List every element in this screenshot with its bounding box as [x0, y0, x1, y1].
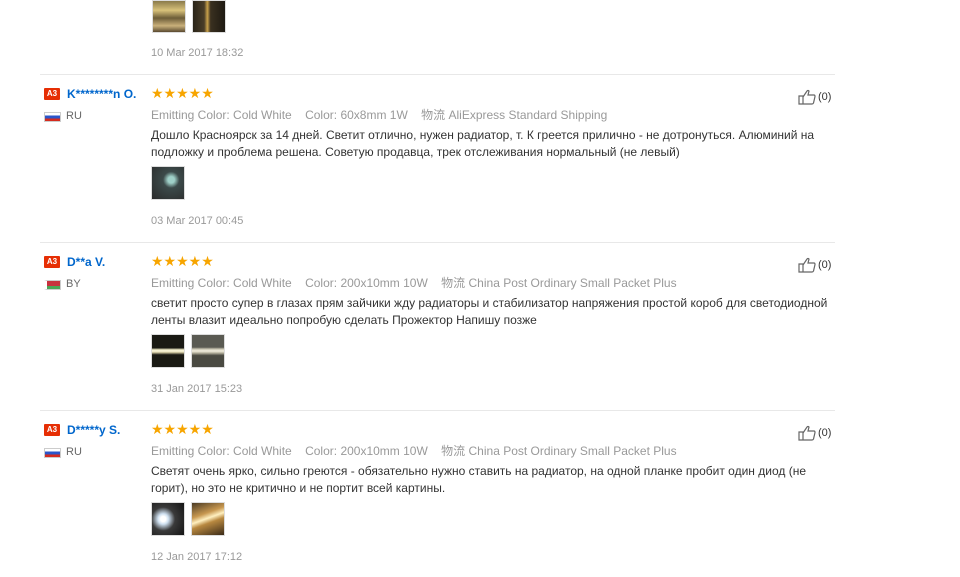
review-photos [151, 334, 225, 368]
shipping-value: China Post Ordinary Small Packet Plus [468, 276, 677, 290]
flag-ru-icon [44, 112, 61, 122]
emitting-color-label: Emitting Color: [151, 444, 230, 458]
review-photo-thumbnail[interactable] [151, 166, 185, 200]
reviewer-name: D*****y S. [67, 423, 121, 437]
star-rating: ★★★★★ [151, 85, 214, 101]
reviewer-name: K********n O. [67, 87, 137, 101]
thumbs-up-icon [798, 425, 816, 441]
reviewer-country: RU [66, 110, 82, 122]
helpful-count: (0) [818, 91, 832, 103]
helpful-button[interactable]: (0) [798, 425, 831, 441]
thumbs-up-icon [798, 257, 816, 273]
helpful-count: (0) [818, 427, 832, 439]
helpful-button[interactable]: (0) [798, 257, 831, 273]
shipping-value: China Post Ordinary Small Packet Plus [468, 444, 677, 458]
emitting-color-label: Emitting Color: [151, 108, 230, 122]
thumbs-up-icon [798, 89, 816, 105]
order-info: Emitting Color: Cold White Color: 200x10… [151, 274, 687, 291]
color-label: Color: [305, 276, 338, 290]
flag-ru-icon [44, 448, 61, 458]
order-info: Emitting Color: Cold White Color: 60x8mm… [151, 106, 617, 123]
emitting-color-value: Cold White [233, 276, 292, 290]
review-date: 12 Jan 2017 17:12 [151, 551, 243, 563]
review-date: 31 Jan 2017 15:23 [151, 383, 243, 395]
buyer-level-badge: A3 [44, 88, 60, 100]
review-item: A3 D*****y S. RU ★★★★★ Emitting Color: C… [0, 410, 960, 563]
review-text: Дошло Красноярск за 14 дней. Светит отли… [151, 128, 815, 159]
flag-by-icon [44, 280, 61, 290]
helpful-button[interactable]: (0) [798, 89, 831, 105]
review-photo-thumbnail[interactable] [151, 334, 185, 368]
emitting-color-value: Cold White [233, 108, 292, 122]
color-value: 60x8mm 1W [340, 108, 408, 122]
review-photos [152, 0, 226, 33]
review-item: A3 D**a V. BY ★★★★★ Emitting Color: Cold… [0, 242, 960, 395]
emitting-color-value: Cold White [233, 444, 292, 458]
star-rating: ★★★★★ [151, 421, 214, 437]
helpful-count: (0) [818, 259, 832, 271]
buyer-level-badge: A3 [44, 424, 60, 436]
color-label: Color: [305, 444, 338, 458]
review-date: 03 Mar 2017 00:45 [151, 215, 244, 227]
color-value: 200x10mm 10W [340, 444, 428, 458]
reviewer-country: BY [66, 278, 81, 290]
shipping-label: 物流 [441, 276, 466, 290]
reviewer-country: RU [66, 446, 82, 458]
emitting-color-label: Emitting Color: [151, 276, 230, 290]
reviewer-name: D**a V. [67, 255, 106, 269]
review-photos [151, 166, 185, 200]
color-value: 200x10mm 10W [340, 276, 428, 290]
review-photo-thumbnail[interactable] [152, 0, 186, 33]
review-item: A3 K********n O. RU ★★★★★ Emitting Color… [0, 74, 960, 227]
order-info: Emitting Color: Cold White Color: 200x10… [151, 442, 687, 459]
shipping-value: AliExpress Standard Shipping [448, 108, 608, 122]
review-photos [151, 502, 225, 536]
review-photo-thumbnail[interactable] [191, 502, 225, 536]
review-text: Светят очень ярко, сильно греются - обяз… [151, 464, 806, 495]
review-text: светит просто супер в глазах прям зайчик… [151, 296, 828, 327]
review-photo-thumbnail[interactable] [191, 334, 225, 368]
review-photo-thumbnail[interactable] [151, 502, 185, 536]
star-rating: ★★★★★ [151, 253, 214, 269]
shipping-label: 物流 [441, 444, 466, 458]
buyer-level-badge: A3 [44, 256, 60, 268]
review-photo-thumbnail[interactable] [192, 0, 226, 33]
shipping-label: 物流 [421, 108, 446, 122]
review-date: 10 Mar 2017 18:32 [151, 47, 244, 59]
color-label: Color: [305, 108, 338, 122]
